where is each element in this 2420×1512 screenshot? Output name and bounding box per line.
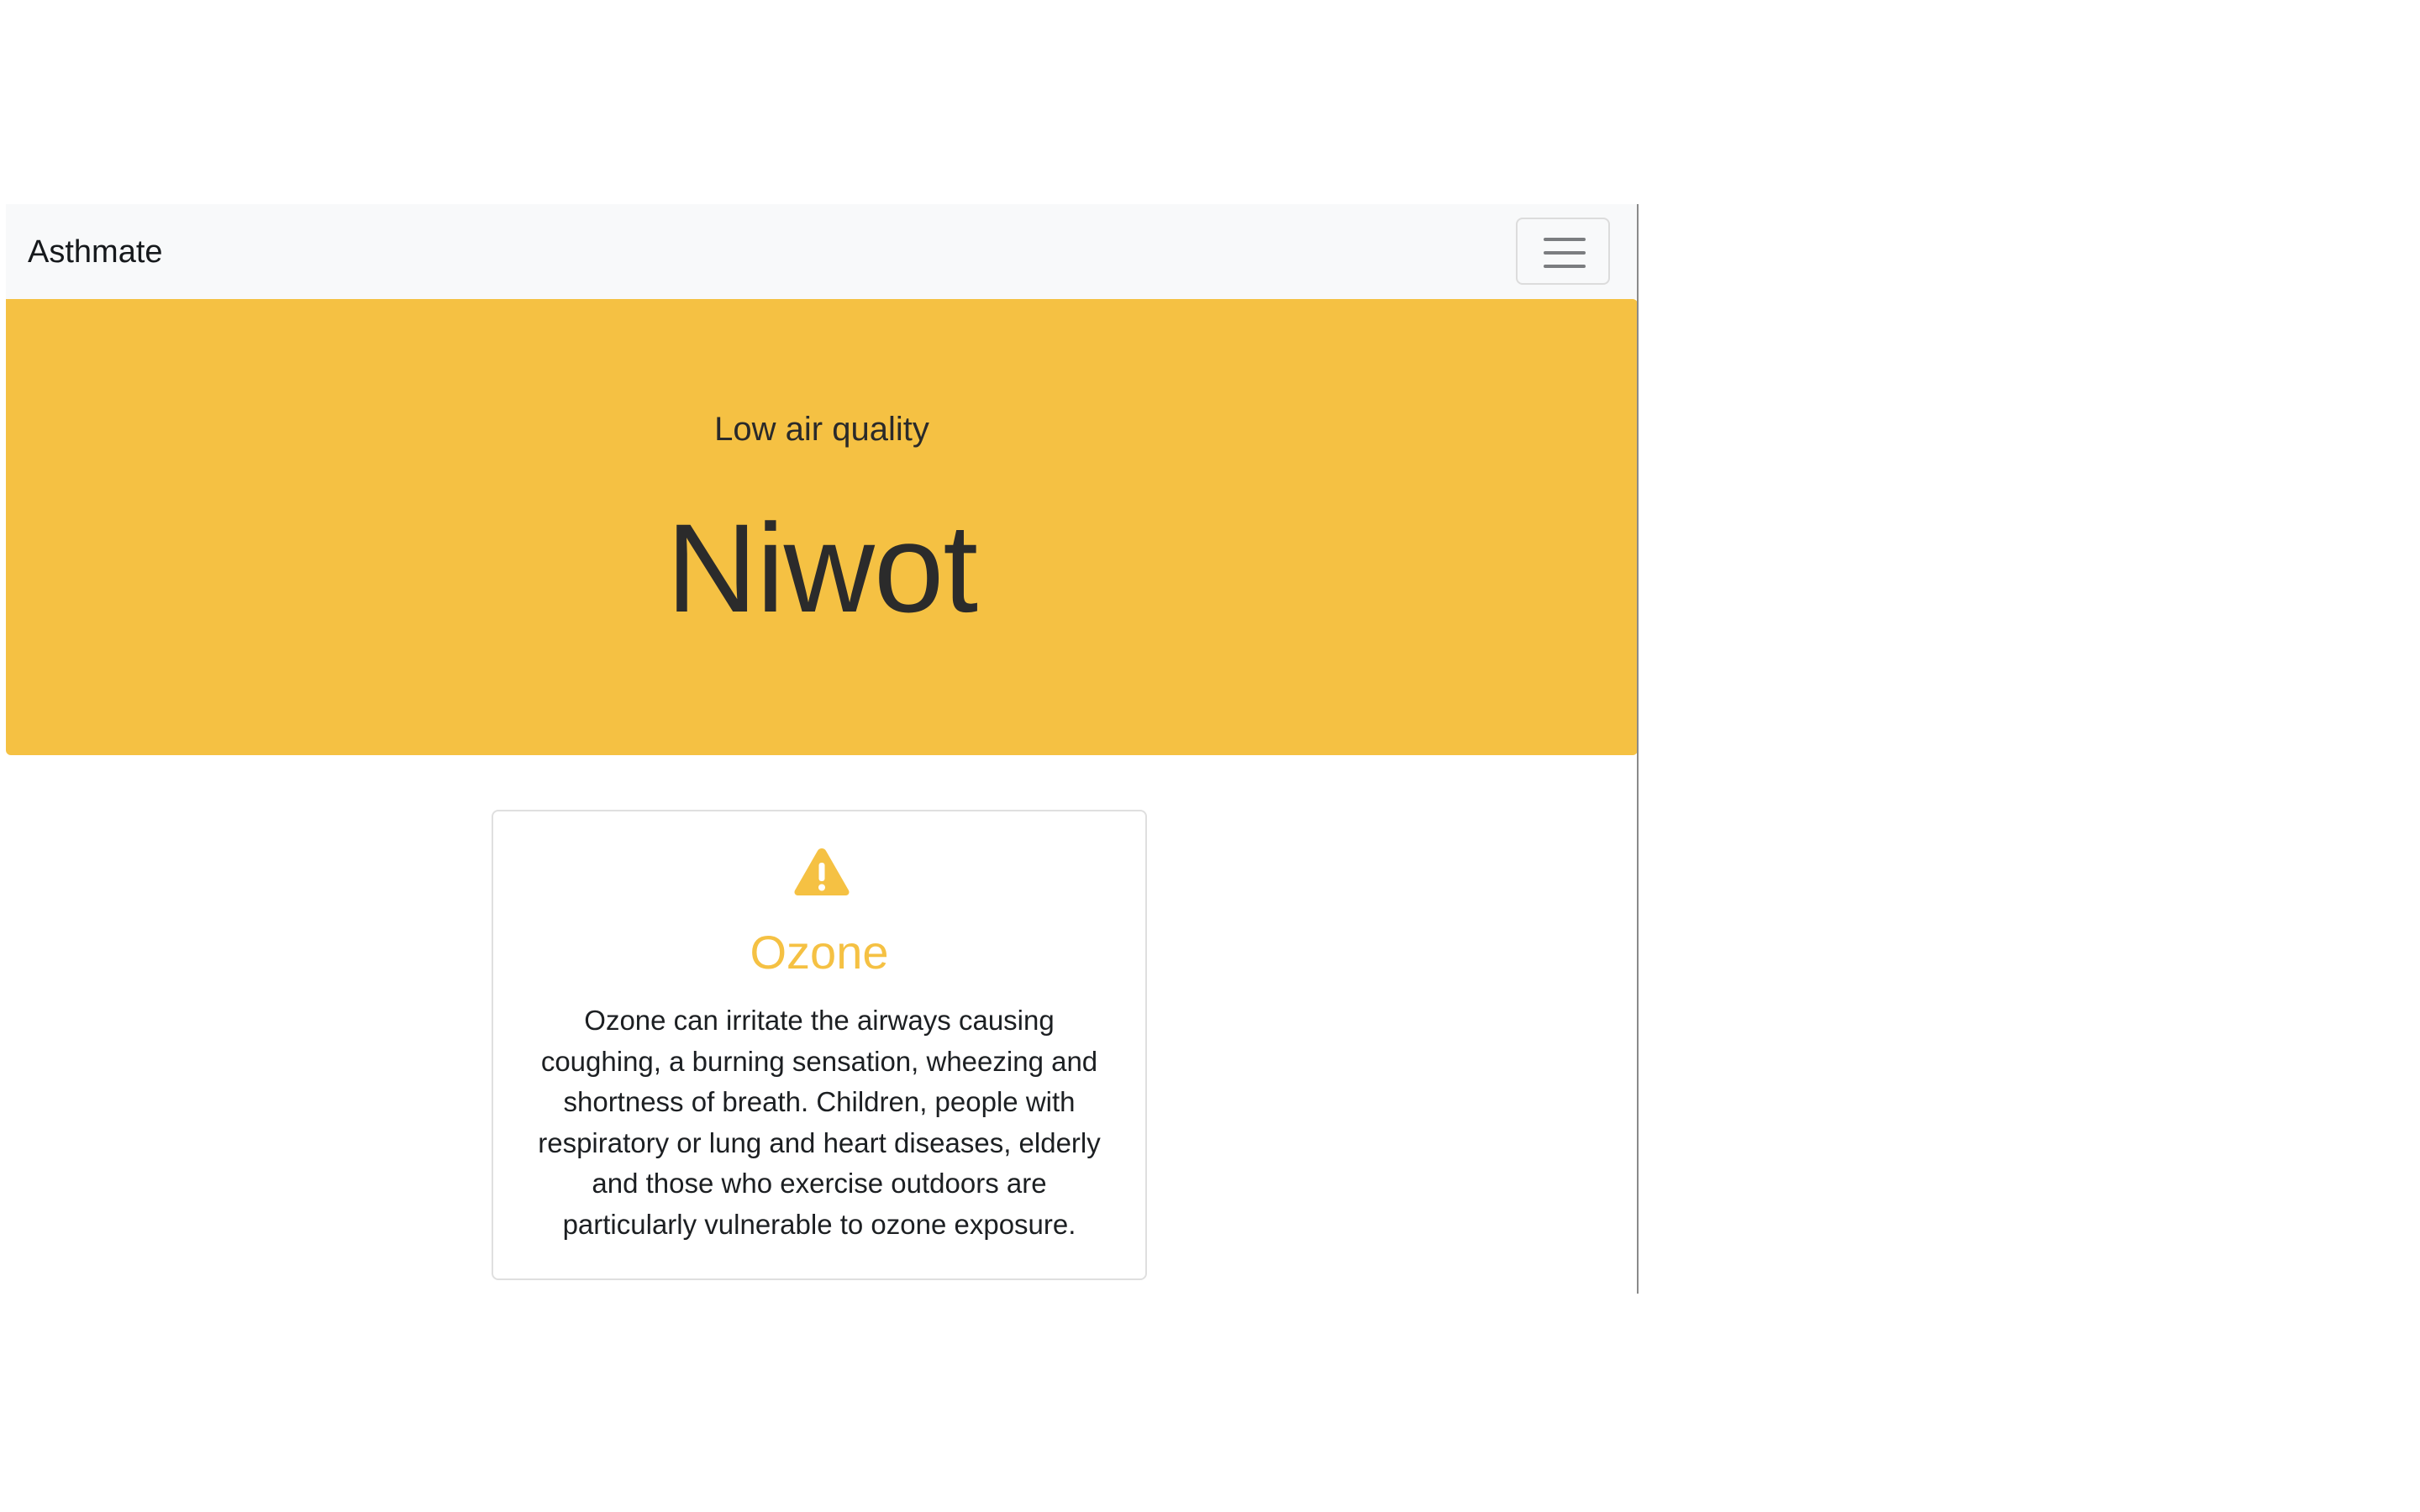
pollutant-title: Ozone [750, 926, 889, 979]
navbar: Asthmate [6, 204, 1638, 299]
pollutant-card: Ozone Ozone can irritate the airways cau… [492, 810, 1147, 1280]
page-viewport: Asthmate Low air quality Niwot Ozone Ozo… [6, 204, 1638, 1294]
navbar-toggler-button[interactable] [1516, 218, 1610, 285]
warning-triangle-icon [794, 848, 850, 895]
pollutant-description: Ozone can irritate the airways causing c… [538, 1005, 1101, 1240]
air-quality-status: Low air quality [714, 411, 929, 448]
location-title: Niwot [666, 497, 978, 638]
hamburger-menu-icon [1544, 238, 1586, 268]
viewport-divider [1637, 204, 1639, 1294]
navbar-brand[interactable]: Asthmate [28, 229, 163, 275]
air-quality-hero: Low air quality Niwot [6, 299, 1638, 755]
